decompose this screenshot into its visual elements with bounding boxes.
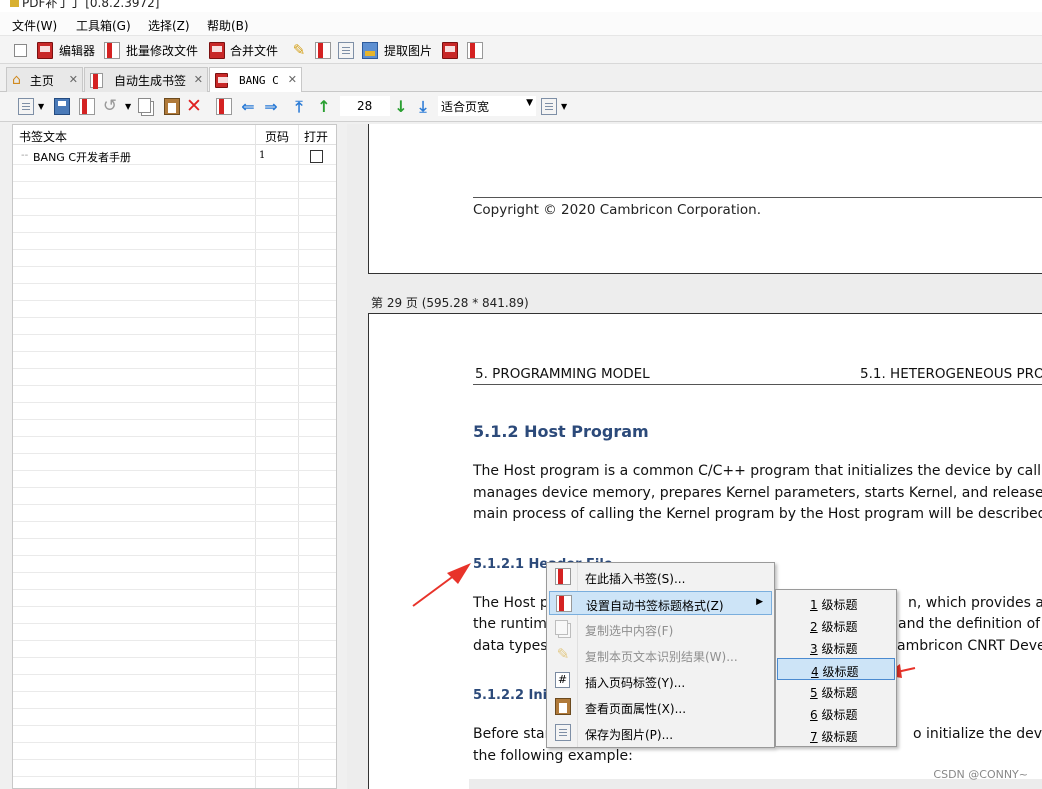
level-label: 级标题 xyxy=(817,730,858,744)
menu-label: 保存为图片(P)... xyxy=(585,728,674,742)
menu-set-auto-bookmark-format[interactable]: 设置自动书签标题格式(Z) ▶ xyxy=(549,591,772,615)
annotation-arrow xyxy=(412,563,471,607)
menu-label: 查看页面属性(X)... xyxy=(585,702,687,716)
copy-icon xyxy=(555,620,568,635)
menu-label: 设置自动书签标题格式(Z) xyxy=(586,599,724,613)
level-number: 4 xyxy=(811,665,819,679)
level-label: 级标题 xyxy=(817,598,858,612)
menu-save-as-image[interactable]: 保存为图片(P)... xyxy=(549,721,772,745)
menu-label: 插入页码标签(Y)... xyxy=(585,676,686,690)
level-label: 级标题 xyxy=(817,620,858,634)
menu-copy-selection[interactable]: 复制选中内容(F) xyxy=(549,617,772,641)
level-number: 6 xyxy=(810,708,818,722)
submenu-level-3[interactable]: 3 级标题 xyxy=(777,636,895,658)
submenu-level-7[interactable]: 7 级标题 xyxy=(777,724,895,746)
menu-insert-page-label[interactable]: # 插入页码标签(Y)... xyxy=(549,669,772,693)
level-label: 级标题 xyxy=(817,686,858,700)
level-label: 级标题 xyxy=(818,665,859,679)
level-number: 2 xyxy=(810,620,818,634)
submenu-level-4[interactable]: 4 级标题 xyxy=(777,658,895,680)
level-number: 3 xyxy=(810,642,818,656)
heading-level-submenu: 1 级标题 2 级标题 3 级标题 4 级标题 5 级标题 6 级标题 7 级标… xyxy=(775,589,897,747)
menu-label: 复制本页文本识别结果(W)... xyxy=(585,650,738,664)
level-number: 1 xyxy=(810,598,818,612)
submenu-arrow-icon: ▶ xyxy=(756,597,763,607)
level-label: 级标题 xyxy=(817,708,858,722)
menu-copy-ocr-result[interactable]: ✎ 复制本页文本识别结果(W)... xyxy=(549,643,772,667)
bookmark-icon xyxy=(556,595,572,612)
watermark: CSDN @CONNY~ xyxy=(933,768,1028,781)
submenu-level-6[interactable]: 6 级标题 xyxy=(777,702,895,724)
menu-page-properties[interactable]: 查看页面属性(X)... xyxy=(549,695,772,719)
properties-icon xyxy=(555,698,571,715)
ocr-icon: ✎ xyxy=(556,645,570,663)
level-number: 7 xyxy=(810,730,818,744)
level-number: 5 xyxy=(810,686,818,700)
menu-label: 复制选中内容(F) xyxy=(585,624,674,638)
context-menu: 在此插入书签(S)... 设置自动书签标题格式(Z) ▶ 复制选中内容(F) ✎… xyxy=(546,562,775,748)
menu-label: 在此插入书签(S)... xyxy=(585,572,686,586)
submenu-level-5[interactable]: 5 级标题 xyxy=(777,680,895,702)
bookmark-icon xyxy=(555,568,571,585)
level-label: 级标题 xyxy=(817,642,858,656)
save-image-icon xyxy=(555,724,571,741)
submenu-level-1[interactable]: 1 级标题 xyxy=(777,592,895,614)
hash-icon: # xyxy=(555,672,570,688)
submenu-level-2[interactable]: 2 级标题 xyxy=(777,614,895,636)
menu-insert-bookmark[interactable]: 在此插入书签(S)... xyxy=(549,565,772,589)
